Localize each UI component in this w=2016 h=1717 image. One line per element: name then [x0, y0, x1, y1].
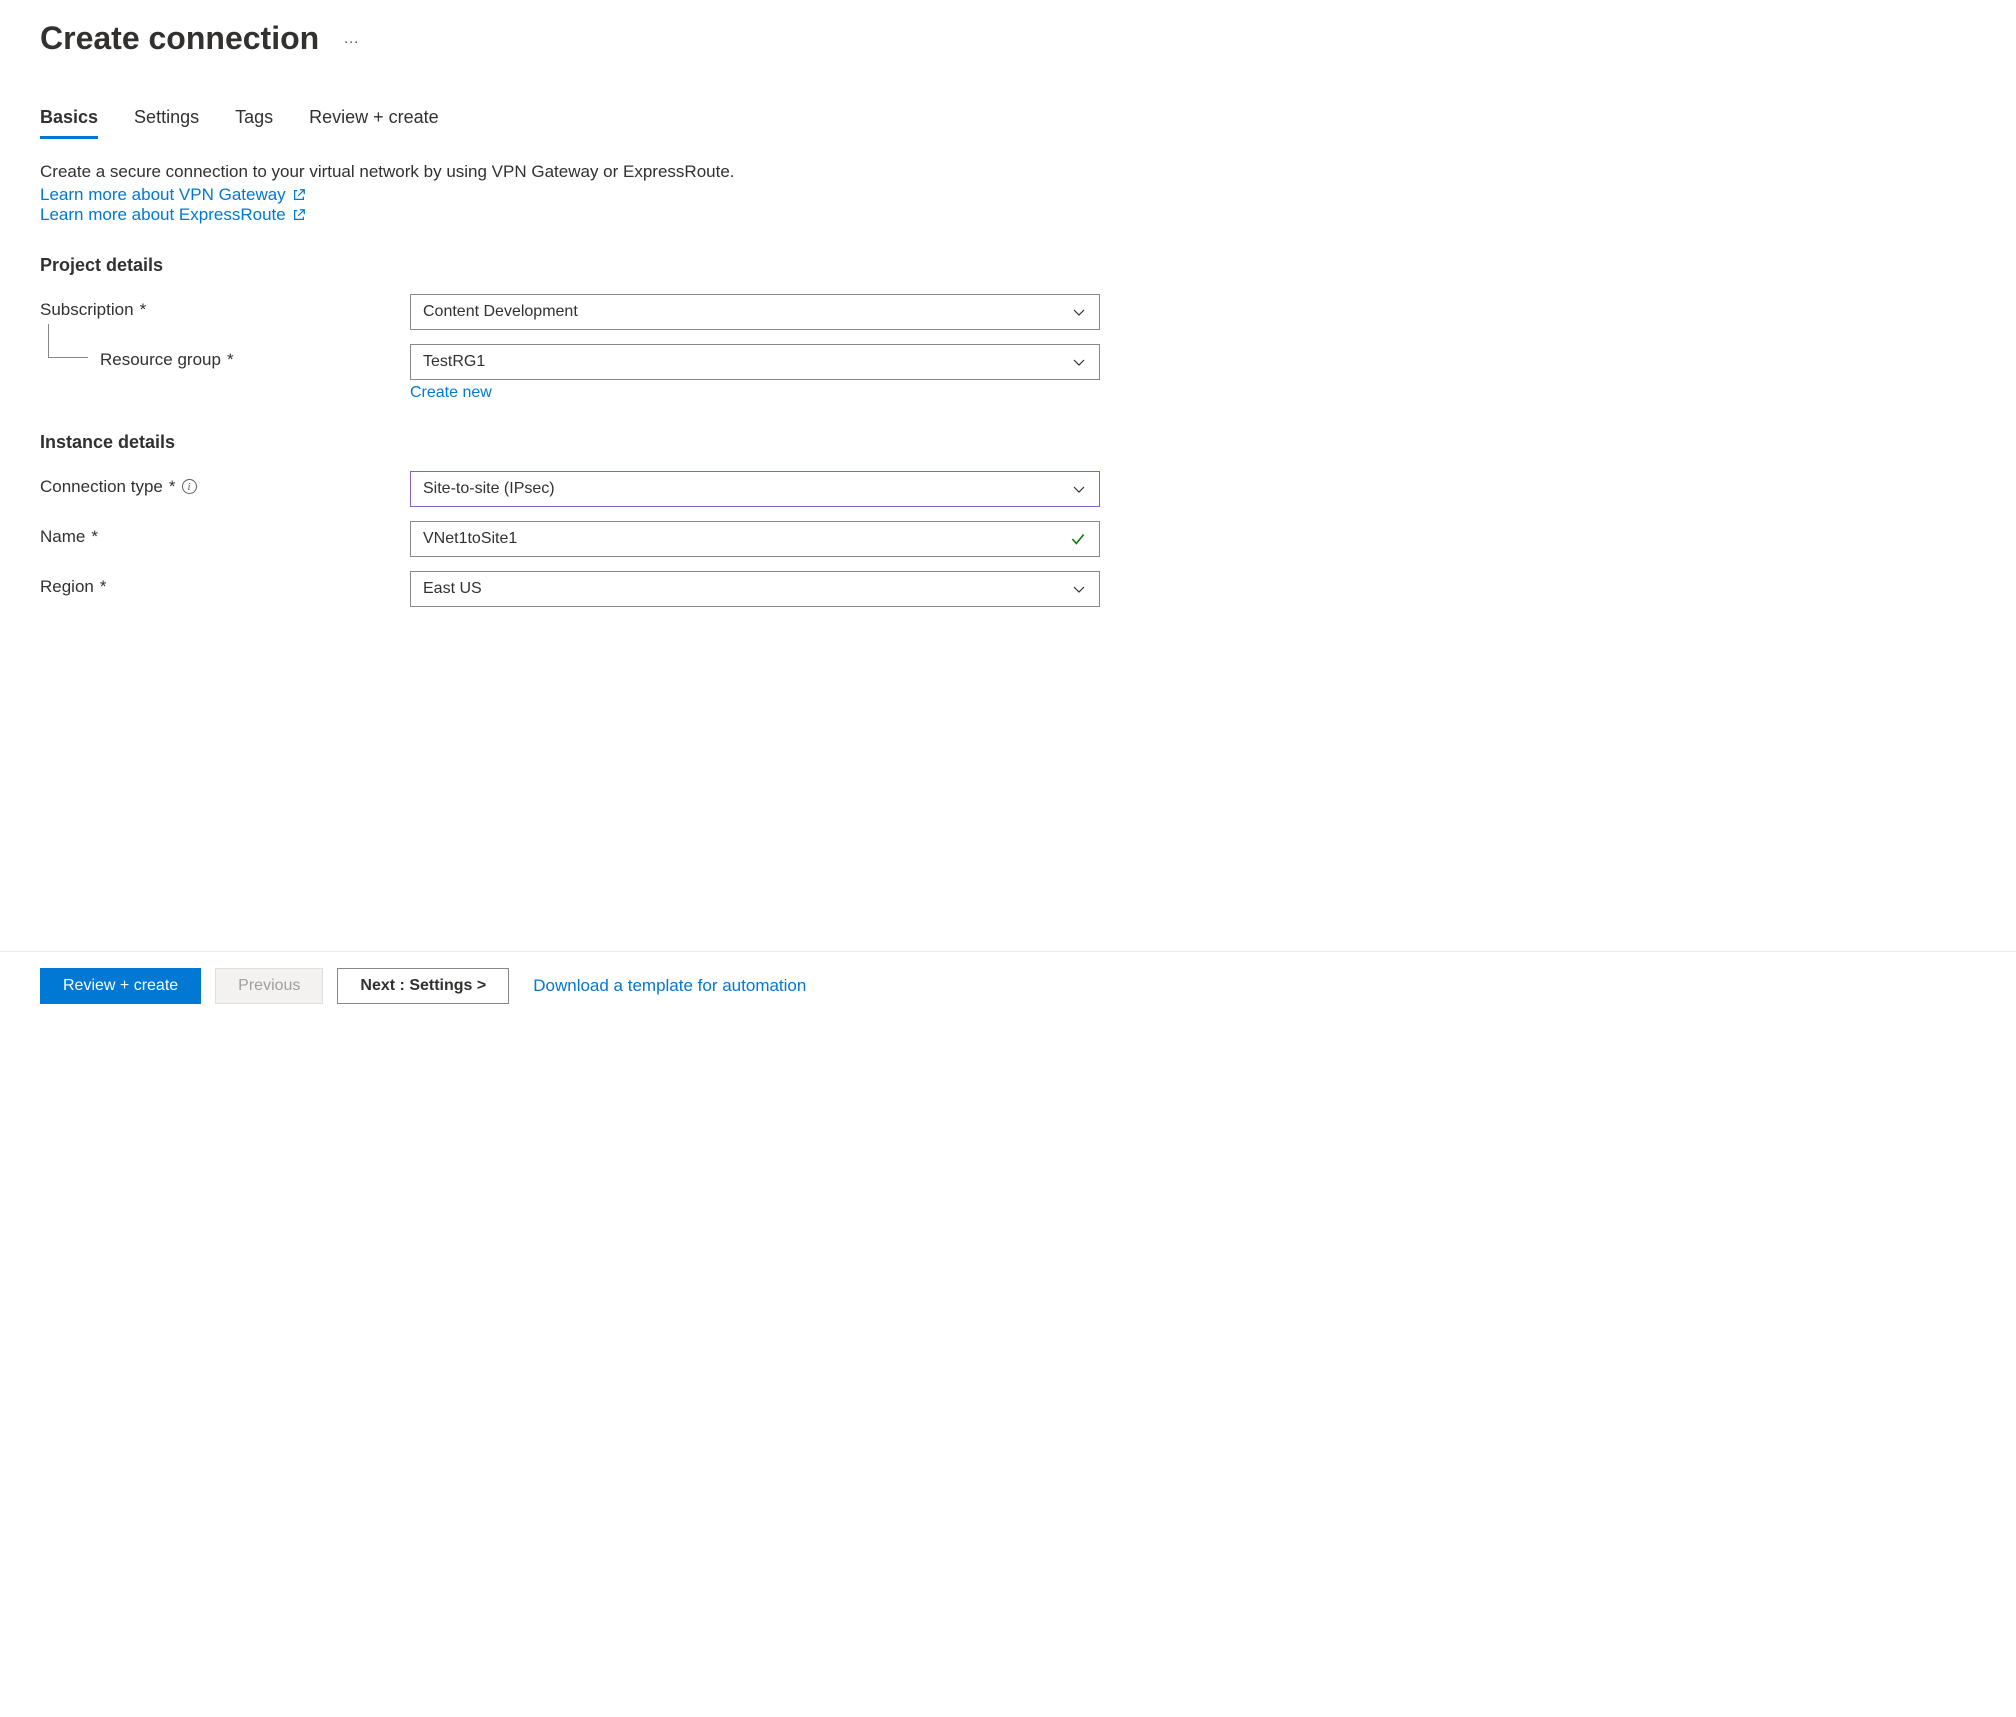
connection-type-control: Site-to-site (IPsec): [410, 471, 1100, 507]
required-asterisk: *: [227, 350, 234, 370]
intro-block: Create a secure connection to your virtu…: [40, 159, 1976, 225]
select-value: Content Development: [423, 303, 578, 321]
learn-more-expressroute-link[interactable]: Learn more about ExpressRoute: [40, 205, 306, 225]
field-subscription: Subscription * Content Development: [40, 294, 1976, 330]
link-text: Learn more about ExpressRoute: [40, 205, 286, 225]
required-asterisk: *: [91, 527, 98, 547]
select-value: East US: [423, 580, 482, 598]
page-header: Create connection …: [40, 20, 1976, 57]
tab-settings[interactable]: Settings: [134, 107, 199, 139]
label-text: Resource group: [100, 350, 221, 370]
required-asterisk: *: [140, 300, 147, 320]
intro-text: Create a secure connection to your virtu…: [40, 159, 1976, 185]
name-control: VNet1toSite1: [410, 521, 1100, 557]
more-options-icon[interactable]: …: [343, 30, 361, 48]
select-value: TestRG1: [423, 353, 485, 371]
select-value: Site-to-site (IPsec): [423, 480, 555, 498]
resource-group-select[interactable]: TestRG1: [410, 344, 1100, 380]
name-label: Name *: [40, 521, 410, 547]
label-text: Region: [40, 577, 94, 597]
field-region: Region * East US: [40, 571, 1976, 607]
tab-bar: Basics Settings Tags Review + create: [40, 107, 1976, 139]
download-template-link[interactable]: Download a template for automation: [533, 976, 806, 996]
chevron-down-icon: [1071, 304, 1087, 320]
section-project-details: Project details: [40, 255, 1976, 276]
connection-type-label: Connection type * i: [40, 471, 410, 497]
chevron-down-icon: [1071, 581, 1087, 597]
subscription-control: Content Development: [410, 294, 1100, 330]
region-control: East US: [410, 571, 1100, 607]
resource-group-label: Resource group *: [40, 344, 410, 370]
link-text: Learn more about VPN Gateway: [40, 185, 286, 205]
required-asterisk: *: [100, 577, 107, 597]
region-label: Region *: [40, 571, 410, 597]
chevron-down-icon: [1071, 481, 1087, 497]
input-value: VNet1toSite1: [423, 530, 517, 548]
required-asterisk: *: [169, 477, 176, 497]
learn-more-vpn-link[interactable]: Learn more about VPN Gateway: [40, 185, 306, 205]
external-link-icon: [292, 188, 306, 202]
field-connection-type: Connection type * i Site-to-site (IPsec): [40, 471, 1976, 507]
next-button[interactable]: Next : Settings >: [337, 968, 509, 1004]
page-title: Create connection: [40, 20, 319, 57]
previous-button[interactable]: Previous: [215, 968, 323, 1004]
tab-tags[interactable]: Tags: [235, 107, 273, 139]
info-icon[interactable]: i: [182, 479, 197, 494]
create-new-link[interactable]: Create new: [410, 384, 492, 402]
label-text: Name: [40, 527, 85, 547]
name-input[interactable]: VNet1toSite1: [410, 521, 1100, 557]
subscription-select[interactable]: Content Development: [410, 294, 1100, 330]
resource-group-control: TestRG1 Create new: [410, 344, 1100, 402]
label-text: Subscription: [40, 300, 134, 320]
connection-type-select[interactable]: Site-to-site (IPsec): [410, 471, 1100, 507]
subscription-label: Subscription *: [40, 294, 410, 320]
region-select[interactable]: East US: [410, 571, 1100, 607]
chevron-down-icon: [1071, 354, 1087, 370]
footer-bar: Review + create Previous Next : Settings…: [0, 951, 2016, 1020]
tab-basics[interactable]: Basics: [40, 107, 98, 139]
field-resource-group: Resource group * TestRG1 Create new: [40, 344, 1976, 402]
review-create-button[interactable]: Review + create: [40, 968, 201, 1004]
field-name: Name * VNet1toSite1: [40, 521, 1976, 557]
tree-indent-line: [48, 324, 88, 358]
section-instance-details: Instance details: [40, 432, 1976, 453]
checkmark-icon: [1069, 530, 1087, 548]
label-text: Connection type: [40, 477, 163, 497]
external-link-icon: [292, 208, 306, 222]
tab-review-create[interactable]: Review + create: [309, 107, 439, 139]
